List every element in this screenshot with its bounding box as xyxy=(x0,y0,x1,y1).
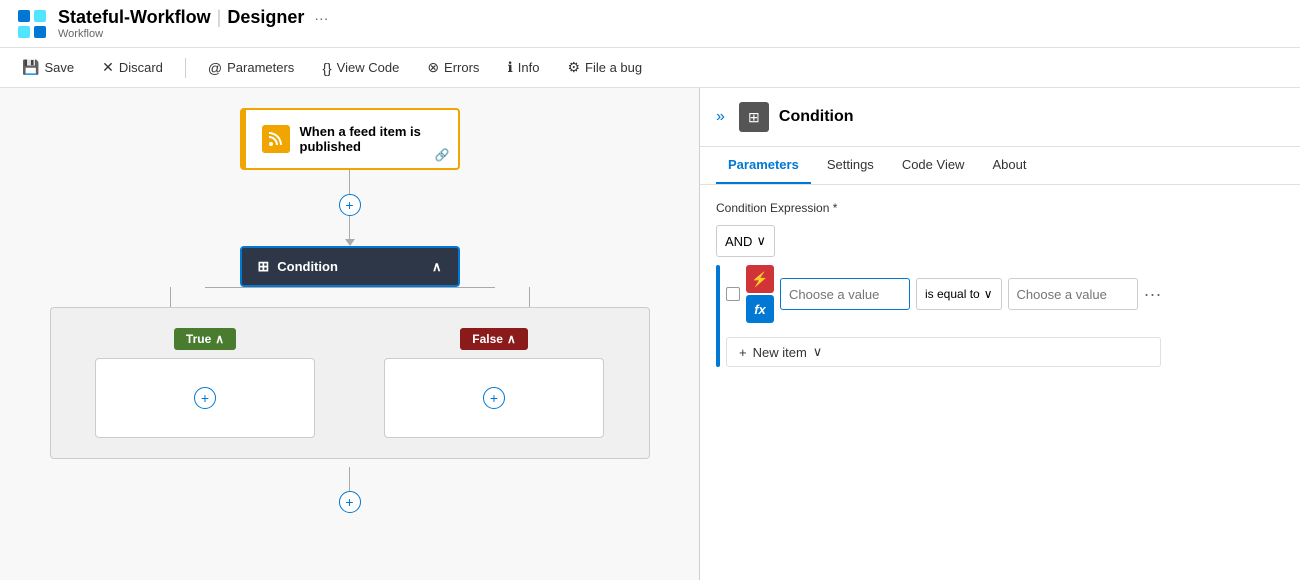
app-subtitle: Workflow xyxy=(58,28,328,40)
false-label[interactable]: False ∧ xyxy=(460,328,527,350)
info-button[interactable]: ℹ Info xyxy=(501,55,545,80)
save-icon: 💾 xyxy=(22,59,39,76)
trigger-label: When a feed item is published xyxy=(300,124,442,154)
and-row: AND ∨ xyxy=(716,225,1284,257)
choose-value-input[interactable] xyxy=(780,278,910,310)
workflow-nodes: When a feed item is published 🔗 + ⊞ Cond… xyxy=(0,88,699,580)
true-branch-body: + xyxy=(95,358,315,438)
info-icon: ℹ xyxy=(507,59,512,76)
view-code-button[interactable]: {} View Code xyxy=(316,56,405,80)
bottom-connector: + xyxy=(339,467,361,513)
icon-buttons: ⚡ fx xyxy=(746,265,774,323)
condition-expr-label: Condition Expression * xyxy=(716,201,1284,215)
discard-button[interactable]: ✕ Discard xyxy=(96,55,169,80)
trigger-node[interactable]: When a feed item is published 🔗 xyxy=(240,108,460,170)
separator-1 xyxy=(185,58,186,78)
header-divider: | xyxy=(217,7,222,28)
condition-node-left: ⊞ Condition xyxy=(258,258,338,275)
choose-value-input-2[interactable] xyxy=(1008,278,1138,310)
fx-button[interactable]: fx xyxy=(746,295,774,323)
operator-chevron-icon: ∨ xyxy=(984,287,993,301)
parameters-button[interactable]: @ Parameters xyxy=(202,56,300,80)
expr-condition-group: ⚡ fx is equal to ∨ xyxy=(716,265,1284,367)
rss-icon xyxy=(262,125,290,153)
workflow-canvas: When a feed item is published 🔗 + ⊞ Cond… xyxy=(0,88,700,580)
condition-icon: ⊞ xyxy=(258,258,270,275)
branch-v-right xyxy=(529,287,530,307)
plus-icon: + xyxy=(739,345,747,360)
tab-code-view[interactable]: Code View xyxy=(890,147,977,184)
panel-tabs: Parameters Settings Code View About xyxy=(700,147,1300,185)
connector-1: + xyxy=(339,170,361,246)
file-bug-button[interactable]: ⚙ File a bug xyxy=(561,55,648,80)
errors-icon: ⊗ xyxy=(427,59,439,76)
operator-label: is equal to xyxy=(925,287,980,301)
branches-container: True ∧ + False ∧ + xyxy=(50,307,650,459)
app-title: Stateful-Workflow xyxy=(58,7,211,28)
connector-line-2 xyxy=(349,216,350,240)
operator-dropdown[interactable]: is equal to ∨ xyxy=(916,278,1002,310)
save-button[interactable]: 💾 Save xyxy=(16,55,80,80)
true-add-button[interactable]: + xyxy=(194,387,216,409)
discard-icon: ✕ xyxy=(102,59,114,76)
branch-h-line xyxy=(205,287,495,288)
expr-checkbox[interactable] xyxy=(726,287,740,301)
false-chevron-icon: ∧ xyxy=(507,332,516,346)
true-label[interactable]: True ∧ xyxy=(174,328,236,350)
fx-icon: fx xyxy=(754,302,766,317)
designer-label: Designer xyxy=(227,7,304,28)
false-branch-body: + xyxy=(384,358,604,438)
new-item-chevron: ∨ xyxy=(813,344,823,360)
tab-parameters[interactable]: Parameters xyxy=(716,147,811,184)
tab-settings[interactable]: Settings xyxy=(815,147,886,184)
app-logo xyxy=(16,8,48,40)
true-branch: True ∧ + xyxy=(71,328,340,438)
toolbar: 💾 Save ✕ Discard @ Parameters {} View Co… xyxy=(0,48,1300,88)
and-chevron-icon: ∨ xyxy=(756,233,766,249)
condition-wrapper: ⊞ Condition ∧ True xyxy=(50,246,650,459)
panel-condition-icon: ⊞ xyxy=(739,102,769,132)
header-title-group: Stateful-Workflow | Designer ··· Workflo… xyxy=(58,7,328,40)
main-layout: When a feed item is published 🔗 + ⊞ Cond… xyxy=(0,88,1300,580)
branch-lines xyxy=(50,287,650,307)
more-options-button[interactable]: ··· xyxy=(1144,284,1162,305)
tab-about[interactable]: About xyxy=(980,147,1038,184)
false-add-button[interactable]: + xyxy=(483,387,505,409)
and-label: AND xyxy=(725,234,752,249)
panel-content: Condition Expression * AND ∨ xyxy=(700,185,1300,580)
new-item-button[interactable]: + New item ∨ xyxy=(726,337,1161,367)
expr-value-row: ⚡ fx is equal to ∨ xyxy=(726,265,1161,323)
and-dropdown[interactable]: AND ∨ xyxy=(716,225,775,257)
header: Stateful-Workflow | Designer ··· Workflo… xyxy=(0,0,1300,48)
connector-line-1 xyxy=(349,170,350,194)
parameters-icon: @ xyxy=(208,60,222,76)
add-step-button-bottom[interactable]: + xyxy=(339,491,361,513)
arrow-1 xyxy=(345,239,355,246)
panel-header: » ⊞ Condition xyxy=(700,88,1300,147)
false-branch: False ∧ + xyxy=(360,328,629,438)
more-options-icon[interactable]: ··· xyxy=(314,10,328,26)
collapse-button[interactable]: » xyxy=(716,108,725,126)
right-panel: » ⊞ Condition Parameters Settings Code V… xyxy=(700,88,1300,580)
panel-title: Condition xyxy=(779,108,854,126)
expr-blue-bar xyxy=(716,265,720,367)
collapse-chevron[interactable]: ∧ xyxy=(432,259,442,275)
new-item-label: New item xyxy=(753,345,807,360)
bottom-line xyxy=(349,467,350,491)
condition-node-label: Condition xyxy=(277,259,338,274)
errors-button[interactable]: ⊗ Errors xyxy=(421,55,485,80)
condition-node[interactable]: ⊞ Condition ∧ xyxy=(240,246,460,287)
link-icon: 🔗 xyxy=(435,148,450,162)
bug-icon: ⚙ xyxy=(567,59,580,76)
code-icon: {} xyxy=(322,60,331,76)
true-chevron-icon: ∧ xyxy=(215,332,224,346)
expr-inner: ⚡ fx is equal to ∨ xyxy=(726,265,1161,367)
lightning-icon: ⚡ xyxy=(751,271,768,288)
more-icon: ··· xyxy=(1144,284,1162,305)
lightning-button[interactable]: ⚡ xyxy=(746,265,774,293)
branch-v-left xyxy=(170,287,171,307)
add-step-button-1[interactable]: + xyxy=(339,194,361,216)
